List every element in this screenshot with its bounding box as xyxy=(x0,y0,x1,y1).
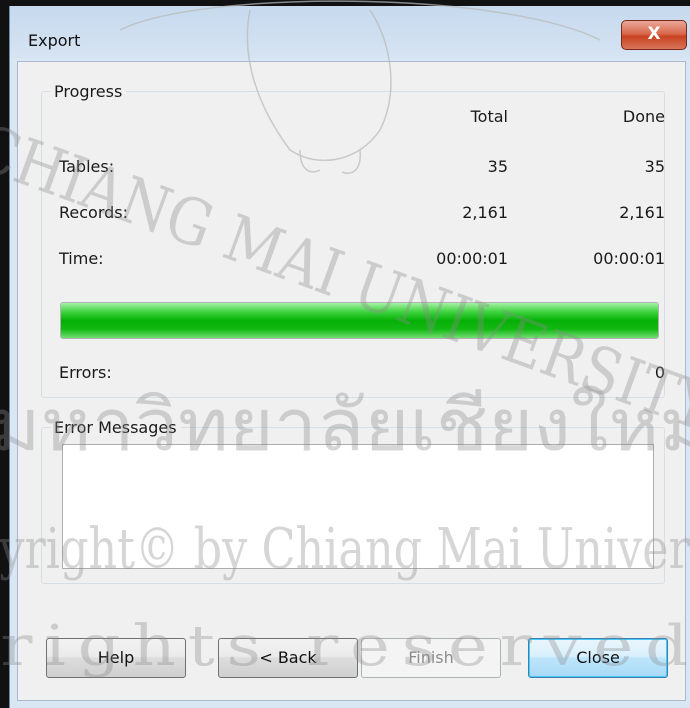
help-button[interactable]: Help xyxy=(46,638,186,678)
finish-button[interactable]: Finish xyxy=(361,638,501,678)
close-icon: X xyxy=(647,24,661,44)
errors-count: 0 xyxy=(654,363,665,382)
export-progress-bar xyxy=(60,302,659,339)
records-total: 2,161 xyxy=(462,203,508,222)
time-label: Time: xyxy=(59,249,104,268)
title-bar[interactable]: Export X xyxy=(10,6,690,58)
close-window-button[interactable]: X xyxy=(621,20,687,50)
time-done: 00:00:01 xyxy=(593,249,665,268)
export-dialog: Export X Progress Total Done Tables: 35 … xyxy=(9,6,690,708)
tables-label: Tables: xyxy=(59,157,115,176)
dialog-client-area: Progress Total Done Tables: 35 35 Record… xyxy=(17,61,686,701)
close-button[interactable]: Close xyxy=(528,638,668,678)
screen-frame-left xyxy=(0,0,9,708)
tables-total: 35 xyxy=(487,157,508,176)
progress-bar-fill xyxy=(61,303,658,338)
total-header: Total xyxy=(470,107,508,126)
back-button[interactable]: < Back xyxy=(218,638,358,678)
error-messages-legend: Error Messages xyxy=(50,418,181,437)
error-messages-box[interactable] xyxy=(62,444,654,569)
progress-group: Progress xyxy=(41,82,665,398)
done-header: Done xyxy=(622,107,665,126)
window-title: Export xyxy=(28,31,81,50)
time-total: 00:00:01 xyxy=(436,249,508,268)
records-done: 2,161 xyxy=(619,203,665,222)
records-label: Records: xyxy=(59,203,129,222)
progress-legend: Progress xyxy=(50,82,127,101)
tables-done: 35 xyxy=(644,157,665,176)
errors-label: Errors: xyxy=(59,363,112,382)
